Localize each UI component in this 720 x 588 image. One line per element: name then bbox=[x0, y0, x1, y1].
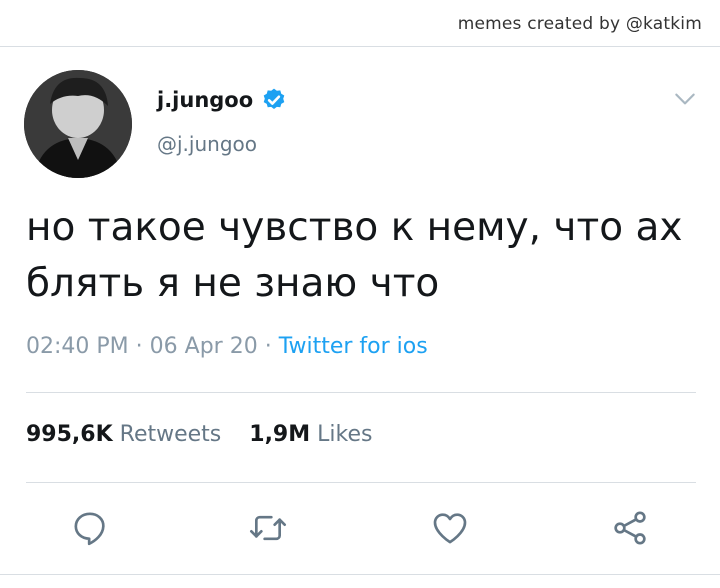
avatar-image bbox=[24, 70, 132, 178]
meta-divider bbox=[26, 392, 696, 393]
retweets-count: 995,6K bbox=[26, 422, 113, 447]
likes-stat[interactable]: 1,9M Likes bbox=[249, 422, 372, 447]
tweet-text: но такое чувство к нему, что ах блять я … bbox=[26, 200, 696, 312]
stats-divider bbox=[26, 482, 696, 483]
reply-icon bbox=[74, 512, 105, 546]
share-icon bbox=[614, 511, 646, 545]
tweet-meta: 02:40 PM · 06 Apr 20 · Twitter for ios bbox=[26, 334, 428, 359]
retweets-label: Retweets bbox=[119, 422, 222, 447]
stats-gap bbox=[228, 422, 242, 447]
likes-label: Likes bbox=[317, 422, 373, 447]
meta-separator: · bbox=[135, 334, 150, 359]
tweet-text-line-2: блять я не знаю что bbox=[26, 261, 440, 306]
chevron-down-icon[interactable] bbox=[672, 86, 698, 112]
meme-credit: memes created by @katkim bbox=[457, 14, 702, 34]
meta-separator: · bbox=[264, 334, 279, 359]
tweet-date[interactable]: 06 Apr 20 bbox=[150, 334, 258, 359]
retweets-stat[interactable]: 995,6K Retweets bbox=[26, 422, 228, 447]
display-name[interactable]: j.jungoo bbox=[157, 88, 253, 112]
tweet-actions bbox=[0, 504, 720, 554]
tweet-time: 02:40 PM bbox=[26, 334, 129, 359]
heart-icon bbox=[433, 513, 467, 544]
top-divider bbox=[0, 46, 720, 47]
reply-button[interactable] bbox=[66, 504, 114, 552]
bottom-divider bbox=[0, 574, 720, 575]
tweet-text-line-1: но такое чувство к нему, что ах bbox=[26, 205, 683, 250]
display-name-row[interactable]: j.jungoo bbox=[157, 87, 287, 113]
share-button[interactable] bbox=[606, 504, 654, 552]
retweet-icon bbox=[250, 515, 286, 541]
like-button[interactable] bbox=[426, 504, 474, 552]
verified-badge-icon bbox=[261, 87, 287, 113]
user-handle[interactable]: @j.jungoo bbox=[157, 132, 257, 156]
avatar[interactable] bbox=[24, 70, 132, 178]
tweet-source-link[interactable]: Twitter for ios bbox=[279, 334, 428, 359]
likes-count: 1,9M bbox=[249, 422, 311, 447]
retweet-button[interactable] bbox=[244, 504, 292, 552]
tweet-stats: 995,6K Retweets 1,9M Likes bbox=[26, 422, 372, 447]
